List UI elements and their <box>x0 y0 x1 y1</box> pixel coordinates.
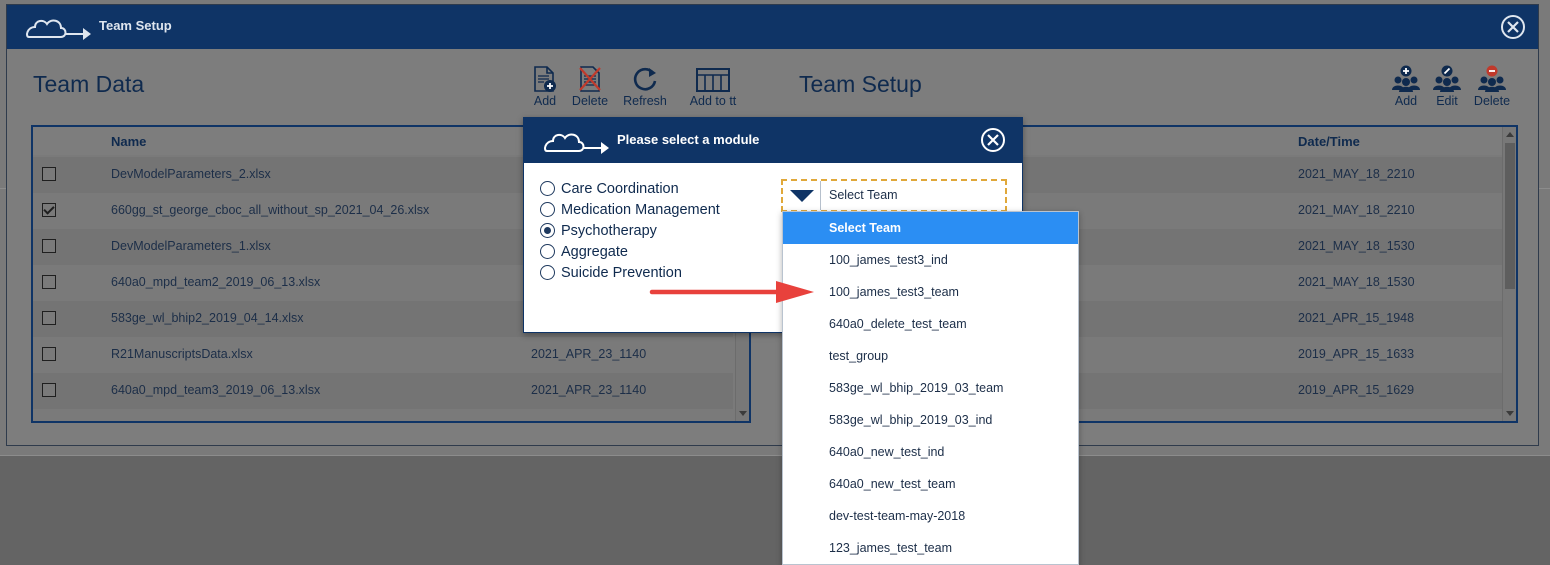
row-name: DevModelParameters_2.xlsx <box>111 167 271 181</box>
edit-team-label: Edit <box>1436 94 1458 108</box>
triangle-down-icon <box>790 190 814 202</box>
row-name: 640a0_mpd_team2_2019_06_13.xlsx <box>111 275 321 289</box>
dialog-titlebar: Please select a module <box>524 118 1022 163</box>
row-checkbox[interactable] <box>42 167 56 181</box>
annotation-arrow-icon <box>649 281 814 303</box>
module-radio[interactable]: Psychotherapy <box>540 220 720 241</box>
dropdown-option[interactable]: 640a0_delete_test_team <box>783 308 1078 340</box>
row-checkbox[interactable] <box>42 311 56 325</box>
row-datetime: 2021_MAY_18_2210 <box>1298 203 1415 217</box>
row-name: R21ManuscriptsData.xlsx <box>111 347 253 361</box>
table-row[interactable]: R21ManuscriptsData.xlsx 2021_APR_23_1140 <box>33 337 733 373</box>
radio-circle[interactable] <box>540 181 555 196</box>
row-checkbox[interactable] <box>42 347 56 361</box>
dropdown-option[interactable]: test_group <box>783 340 1078 372</box>
dropdown-option[interactable]: 583ge_wl_bhip_2019_03_team <box>783 372 1078 404</box>
module-label: Aggregate <box>561 243 628 260</box>
dropdown-option[interactable]: 640a0_new_test_ind <box>783 436 1078 468</box>
dropdown-option[interactable]: 123_james_test_team <box>783 532 1078 564</box>
dialog-title: Please select a module <box>617 132 760 147</box>
row-name: DevModelParameters_1.xlsx <box>111 239 271 253</box>
window-titlebar: Team Setup <box>7 5 1538 49</box>
refresh-button[interactable]: Refresh <box>617 65 673 108</box>
dropdown-toggle[interactable] <box>783 181 821 210</box>
row-checkbox[interactable] <box>42 383 56 397</box>
dropdown-option[interactable]: Select Team <box>783 212 1078 244</box>
team-dropdown-list: Select Team 100_james_test3_ind 100_james_… <box>782 211 1079 565</box>
close-dialog-button[interactable] <box>980 127 1006 153</box>
window-title: Team Setup <box>99 18 172 33</box>
refresh-icon <box>631 65 659 93</box>
row-datetime: 2019_APR_15_1633 <box>1298 347 1415 361</box>
dropdown-option[interactable]: 583ge_wl_bhip_2019_03_ind <box>783 404 1078 436</box>
cloud-arrow-icon <box>21 15 97 46</box>
module-radio-group: Care Coordination Medication Management Ps… <box>540 178 720 283</box>
add-to-tt-label: Add to tt <box>689 94 737 108</box>
add-file-button[interactable]: Add <box>527 65 563 108</box>
row-name: 583ge_wl_bhip2_2019_04_14.xlsx <box>111 311 304 325</box>
close-icon <box>981 128 1005 152</box>
delete-team-button[interactable]: Delete <box>1467 65 1517 108</box>
team-select[interactable]: Select Team <box>781 179 1007 212</box>
team-setup-title: Team Setup <box>799 71 922 97</box>
edit-team-button[interactable]: Edit <box>1427 65 1467 108</box>
add-user-group-icon <box>1390 65 1422 93</box>
scrollbar-thumb[interactable] <box>1505 143 1515 289</box>
add-team-label: Add <box>1394 94 1418 108</box>
dropdown-option[interactable]: 640a0_new_test_team <box>783 468 1078 500</box>
team-data-toolbar: Add Delete Refresh Add to tt <box>527 65 753 108</box>
scroll-up-arrow[interactable] <box>1506 132 1514 137</box>
radio-circle[interactable] <box>540 223 555 238</box>
cloud-arrow-icon <box>539 129 615 160</box>
table-row[interactable]: 640a0_mpd_team3_2019_06_13.xlsx 2021_APR_… <box>33 373 733 409</box>
team-data-title: Team Data <box>33 71 145 97</box>
close-icon <box>1501 15 1525 39</box>
row-datetime: 2021_MAY_18_1530 <box>1298 275 1415 289</box>
row-checkbox[interactable] <box>42 239 56 253</box>
row-checkbox[interactable] <box>42 203 56 217</box>
radio-circle[interactable] <box>540 244 555 259</box>
radio-circle[interactable] <box>540 202 555 217</box>
row-name: 660gg_st_george_cboc_all_without_sp_2021… <box>111 203 430 217</box>
delete-file-button[interactable]: Delete <box>563 65 617 108</box>
dropdown-option[interactable]: 100_james_test3_ind <box>783 244 1078 276</box>
scroll-down-arrow[interactable] <box>739 411 747 416</box>
add-team-button[interactable]: Add <box>1385 65 1427 108</box>
team-setup-scrollbar[interactable] <box>1502 127 1516 421</box>
module-radio[interactable]: Medication Management <box>540 199 720 220</box>
row-name: 640a0_mpd_team3_2019_06_13.xlsx <box>111 383 321 397</box>
delete-label: Delete <box>571 94 609 108</box>
delete-user-group-icon <box>1476 65 1508 93</box>
edit-user-group-icon <box>1431 65 1463 93</box>
add-label: Add <box>533 94 557 108</box>
add-to-tt-button[interactable]: Add to tt <box>673 65 753 108</box>
column-header-datetime: Date/Time <box>1298 134 1360 149</box>
background-divider <box>0 455 1550 456</box>
scroll-down-arrow[interactable] <box>1506 411 1514 416</box>
row-datetime: 2019_APR_15_1629 <box>1298 383 1415 397</box>
close-window-button[interactable] <box>1500 14 1526 40</box>
delete-team-label: Delete <box>1473 94 1511 108</box>
team-select-value: Select Team <box>829 188 898 202</box>
dropdown-option[interactable]: dev-test-team-may-2018 <box>783 500 1078 532</box>
table-grid-icon <box>696 65 730 93</box>
module-radio[interactable]: Care Coordination <box>540 178 720 199</box>
row-date: 2021_APR_23_1140 <box>531 347 647 361</box>
radio-circle[interactable] <box>540 265 555 280</box>
add-file-icon <box>532 65 558 93</box>
row-datetime: 2021_MAY_18_2210 <box>1298 167 1415 181</box>
row-datetime: 2021_MAY_18_1530 <box>1298 239 1415 253</box>
refresh-label: Refresh <box>623 94 667 108</box>
team-setup-toolbar: Add Edit Delete <box>1385 65 1517 108</box>
delete-file-icon <box>577 65 603 93</box>
row-date: 2021_APR_23_1140 <box>531 383 647 397</box>
row-datetime: 2021_APR_15_1948 <box>1298 311 1415 325</box>
module-label: Psychotherapy <box>561 222 657 239</box>
column-header-name: Name <box>111 134 147 149</box>
module-radio[interactable]: Aggregate <box>540 241 720 262</box>
row-checkbox[interactable] <box>42 275 56 289</box>
module-label: Care Coordination <box>561 180 679 197</box>
module-label: Medication Management <box>561 201 720 218</box>
